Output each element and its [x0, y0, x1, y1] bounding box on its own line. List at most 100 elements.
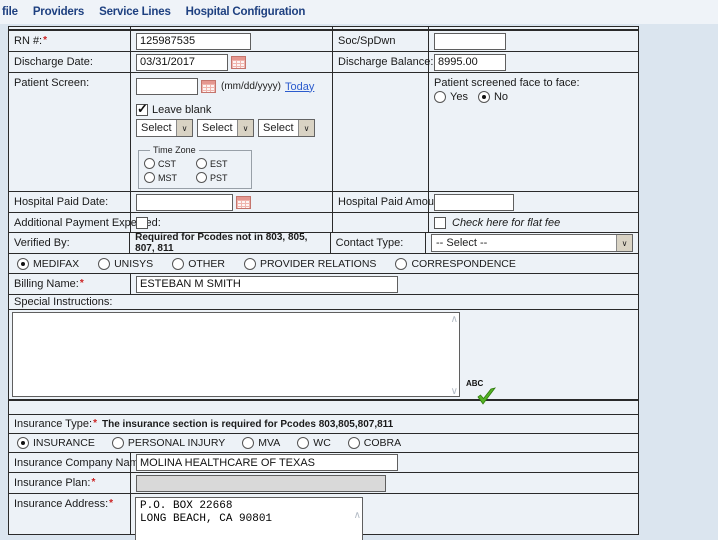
label-cell: Additional Payment Expected: — [9, 213, 131, 232]
form-row-special-instructions-label: Special Instructions: — [9, 295, 638, 310]
insurance-plan-label: Insurance Plan:* — [14, 477, 95, 489]
radio-est[interactable]: EST — [196, 158, 246, 169]
radio-unisys[interactable]: UNISYS — [98, 258, 153, 270]
radio-label: UNISYS — [114, 258, 153, 270]
discharge-balance-label: Discharge Balance:* — [338, 56, 438, 68]
insurance-address-textarea[interactable]: P.O. BOX 22668 LONG BEACH, CA 90801 — [135, 497, 363, 540]
form-row-verified-by: Verified By: Required for Pcodes not in … — [9, 233, 638, 254]
nav-item-service-lines[interactable]: Service Lines — [99, 6, 171, 18]
radio-other[interactable]: OTHER — [172, 258, 225, 270]
today-link[interactable]: Today — [285, 81, 314, 93]
leave-blank-checkbox[interactable] — [136, 104, 148, 116]
select-value: Select — [137, 120, 176, 136]
flat-fee-label: Check here for flat fee — [452, 217, 560, 229]
radio-pst[interactable]: PST — [196, 172, 246, 183]
nav-item-providers[interactable]: Providers — [33, 6, 84, 18]
hospital-paid-date-input[interactable] — [136, 194, 233, 211]
required-asterisk: * — [109, 498, 113, 509]
form-row-rn: RN #:* Soc/SpDwn — [9, 31, 638, 52]
contact-type-select[interactable]: -- Select -- ∨ — [431, 234, 633, 252]
radio-button — [478, 91, 490, 103]
radio-button — [196, 172, 207, 183]
form-row-patient-screen: Patient Screen: (mm/dd/yyyy) Today Leave… — [9, 73, 638, 192]
insurance-type-note: The insurance section is required for Pc… — [102, 419, 393, 430]
radio-label: MVA — [258, 437, 280, 449]
radio-button — [98, 258, 110, 270]
field-cell: ∧ ∨ ABC — [9, 310, 638, 399]
spacer-cell — [9, 27, 131, 29]
patient-screen-label: Patient Screen: — [14, 77, 89, 89]
radio-button — [144, 172, 155, 183]
radio-button — [17, 437, 29, 449]
patient-screen-date-input[interactable] — [136, 78, 198, 95]
radio-label: No — [494, 91, 508, 103]
label-cell: Soc/SpDwn — [333, 31, 429, 51]
field-cell: -- Select -- ∨ — [426, 233, 638, 253]
radio-face-to-face-yes[interactable]: Yes — [434, 91, 468, 103]
insurance-plan-input — [136, 475, 386, 492]
radio-cobra[interactable]: COBRA — [348, 437, 401, 449]
screen-select-3[interactable]: Select ∨ — [258, 119, 315, 137]
radio-cst[interactable]: CST — [144, 158, 194, 169]
discharge-date-input[interactable] — [136, 54, 228, 71]
chevron-down-icon: ∨ — [298, 120, 314, 136]
scrollbar-down-icon[interactable]: ∨ — [451, 387, 458, 397]
spacer-cell — [429, 27, 638, 29]
calendar-icon[interactable] — [236, 196, 251, 209]
radio-face-to-face-no[interactable]: No — [478, 91, 508, 103]
radio-wc[interactable]: WC — [297, 437, 331, 449]
additional-payment-checkbox[interactable] — [136, 217, 148, 229]
radio-medifax[interactable]: MEDIFAX — [17, 258, 79, 270]
time-zone-fieldset: Time Zone CST EST MST PST — [138, 145, 252, 189]
radio-label: EST — [210, 159, 228, 169]
radio-insurance[interactable]: INSURANCE — [17, 437, 95, 449]
radio-label: PERSONAL INJURY — [128, 437, 225, 449]
billing-name-input[interactable] — [136, 276, 398, 293]
discharge-balance-input[interactable] — [434, 54, 506, 71]
select-value: -- Select -- — [432, 235, 616, 251]
spellcheck-abc-icon[interactable]: ABC — [465, 377, 497, 405]
soc-spdwn-input[interactable] — [434, 33, 506, 50]
spacer-cell — [333, 27, 429, 29]
insurance-address-label: Insurance Address:* — [14, 498, 113, 510]
screen-select-2[interactable]: Select ∨ — [197, 119, 254, 137]
nav-item-file[interactable]: file — [2, 6, 18, 18]
radio-personal-injury[interactable]: PERSONAL INJURY — [112, 437, 225, 449]
radio-label: CORRESPONDENCE — [411, 258, 515, 270]
radio-provider-relations[interactable]: PROVIDER RELATIONS — [244, 258, 377, 270]
label-cell: Verified By: — [9, 233, 130, 253]
green-checkmark-icon — [476, 387, 496, 405]
radio-mst[interactable]: MST — [144, 172, 194, 183]
field-cell: Patient screened face to face: Yes No — [429, 73, 638, 191]
verified-by-label: Verified By: — [14, 237, 70, 249]
hospital-paid-amount-input[interactable] — [434, 194, 514, 211]
calendar-icon[interactable] — [231, 56, 246, 69]
screen-select-1[interactable]: Select ∨ — [136, 119, 193, 137]
soc-spdwn-label: Soc/SpDwn — [338, 35, 395, 47]
face-to-face-label: Patient screened face to face: — [434, 77, 580, 89]
insurance-company-input[interactable] — [136, 454, 398, 471]
form-row-insurance-type: Insurance Type:* The insurance section i… — [9, 415, 638, 434]
radio-group-verification-source: MEDIFAX UNISYS OTHER PROVIDER RELATIONS … — [9, 254, 638, 273]
nav-item-hospital-configuration[interactable]: Hospital Configuration — [186, 6, 306, 18]
form-row-additional-payment: Additional Payment Expected: Check here … — [9, 213, 638, 233]
rn-input[interactable] — [136, 33, 251, 50]
radio-button — [17, 258, 29, 270]
special-instructions-textarea[interactable] — [12, 312, 460, 397]
label-cell: Insurance Type:* The insurance section i… — [9, 415, 638, 433]
radio-button — [112, 437, 124, 449]
radio-mva[interactable]: MVA — [242, 437, 280, 449]
radio-label: WC — [313, 437, 331, 449]
radio-button — [244, 258, 256, 270]
scrollbar-up-icon[interactable]: ∧ — [451, 315, 458, 325]
calendar-icon[interactable] — [201, 80, 216, 93]
radio-button — [348, 437, 360, 449]
field-cell: (mm/dd/yyyy) Today Leave blank Select ∨ — [131, 73, 333, 191]
form-row-discharge: Discharge Date: Discharge Balance:* — [9, 52, 638, 73]
billing-name-label: Billing Name:* — [14, 278, 84, 290]
required-asterisk: * — [93, 418, 97, 429]
flat-fee-checkbox[interactable] — [434, 217, 446, 229]
chevron-down-icon: ∨ — [616, 235, 632, 251]
radio-correspondence[interactable]: CORRESPONDENCE — [395, 258, 515, 270]
scrollbar-up-icon[interactable]: ∧ — [354, 511, 361, 521]
